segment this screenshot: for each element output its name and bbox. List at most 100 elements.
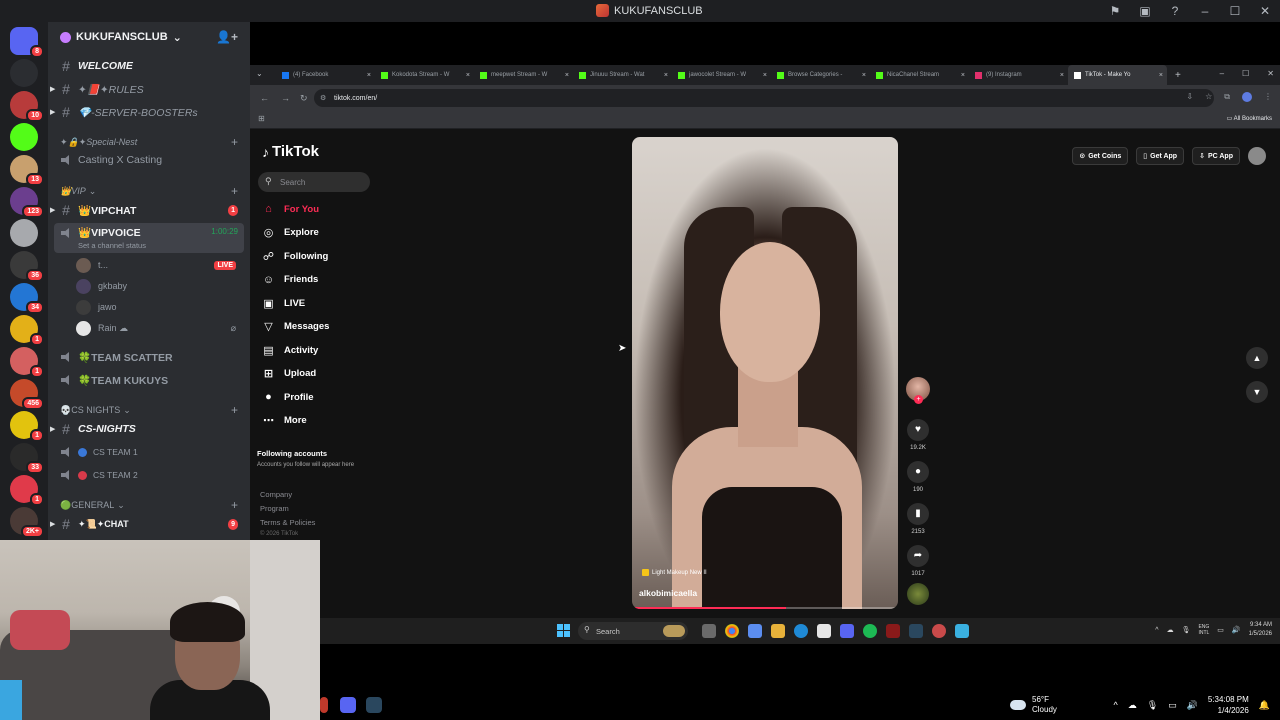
server-icon[interactable]: 2K+ <box>10 507 44 538</box>
channel-server-boosters[interactable]: ▶ # 💎-SERVER-BOOSTERs <box>48 102 250 122</box>
previous-video-button[interactable]: ▲ <box>1246 347 1268 369</box>
server-icon[interactable]: 123 <box>10 187 44 218</box>
kick-icon[interactable] <box>10 123 38 151</box>
nav-messages[interactable]: ▽ Messages <box>262 317 329 337</box>
user-avatar[interactable] <box>1248 147 1266 165</box>
menu-icon[interactable]: ⋮ <box>1264 92 1272 102</box>
effect-tag[interactable]: Light Makeup New II <box>642 569 707 576</box>
language-indicator[interactable]: ENG INTL <box>1198 624 1209 636</box>
minimize-button[interactable]: – <box>1190 4 1220 18</box>
like-action[interactable]: ♥ 19.2K <box>904 419 932 451</box>
category-special-nest[interactable]: ✦🔒✦Special-Nest + <box>48 134 250 150</box>
channel-vipvoice[interactable]: 👑VIPVOICE 1:00:29 Set a channel status <box>54 223 244 253</box>
nav-more[interactable]: ⋯ More <box>262 411 307 431</box>
pc-app-button[interactable]: ⇩ PC App <box>1192 147 1240 165</box>
channel-status[interactable]: Set a channel status <box>78 241 146 250</box>
steam-icon[interactable] <box>366 697 382 713</box>
tab-search-icon[interactable]: ⌄ <box>256 69 263 78</box>
server-icon[interactable] <box>10 219 38 247</box>
footer-program-link[interactable]: Program <box>260 504 289 513</box>
taskbar-clock[interactable]: 5:34:08 PM 1/4/2026 <box>1208 694 1249 716</box>
channel-cs-nights[interactable]: ▶ # CS-NIGHTS <box>48 419 250 439</box>
spotify-icon[interactable] <box>863 624 877 638</box>
nav-explore[interactable]: ◎ Explore <box>262 223 319 243</box>
notification-icon[interactable]: 🔔 <box>1259 700 1270 711</box>
server-icon[interactable]: 1 <box>10 475 44 506</box>
onedrive-icon[interactable]: ☁ <box>1167 626 1174 634</box>
browser-tab[interactable]: (4) Facebook × <box>276 65 375 85</box>
minimize-button[interactable]: – <box>1220 69 1224 78</box>
channel-team-scatter[interactable]: 🍀TEAM SCATTER <box>48 347 250 367</box>
comment-action[interactable]: ● 190 <box>904 461 932 493</box>
voice-user[interactable]: jawo <box>76 297 246 317</box>
close-tab-icon[interactable]: × <box>961 72 965 79</box>
forward-icon[interactable]: → <box>281 93 290 103</box>
category-vip[interactable]: 👑VIP ⌄ + <box>48 183 250 199</box>
channel-cs-team-2[interactable]: CS TEAM 2 <box>48 465 250 485</box>
nav-profile[interactable]: ● Profile <box>262 387 313 407</box>
file-explorer-icon[interactable] <box>771 624 785 638</box>
new-tab-button[interactable]: + <box>1175 70 1181 81</box>
browser-tab[interactable]: Kokodota Stream - W × <box>375 65 474 85</box>
network-icon[interactable]: ▭ <box>1217 626 1224 634</box>
browser-tab[interactable]: meepwet Stream - W × <box>474 65 573 85</box>
channel-chat[interactable]: ▶ # ✦📜✦CHAT 9 <box>48 514 250 534</box>
follow-plus-icon[interactable]: + <box>914 395 923 404</box>
browser-tab[interactable]: TikTok - Make Yo × <box>1068 65 1167 85</box>
invite-icon[interactable]: 👤+ <box>216 30 238 44</box>
browser-tab[interactable]: Jinuuu Stream - Wat × <box>573 65 672 85</box>
mic-icon[interactable]: 🎙 <box>1182 626 1191 634</box>
flag-icon[interactable]: ⚑ <box>1100 4 1130 18</box>
creator-avatar[interactable]: + <box>906 377 930 404</box>
close-tab-icon[interactable]: × <box>664 72 668 79</box>
taskbar-search[interactable]: ⚲ Search <box>578 622 688 640</box>
server-icon[interactable]: 456 <box>10 379 44 410</box>
save-action[interactable]: ▮ 2153 <box>904 503 932 535</box>
windows-start-icon[interactable] <box>557 624 570 637</box>
help-icon[interactable]: ? <box>1160 4 1190 18</box>
server-icon[interactable]: 1 <box>10 315 44 346</box>
address-bar[interactable]: ⚙ tiktok.com/en/ <box>314 89 1214 107</box>
chevron-up-icon[interactable]: ^ <box>1155 627 1158 634</box>
share-action[interactable]: ➦ 1017 <box>904 545 932 577</box>
channel-rules[interactable]: ▶ # ✦📕✦RULES <box>48 79 250 99</box>
bookmark-star-icon[interactable]: ☆ <box>1205 92 1212 102</box>
voice-user[interactable]: gkbaby <box>76 276 246 296</box>
nav-live[interactable]: ▣ LIVE <box>262 293 305 313</box>
category-general[interactable]: 🟢GENERAL ⌄ + <box>48 497 250 513</box>
back-icon[interactable]: ← <box>260 93 269 103</box>
add-channel-icon[interactable]: + <box>231 498 238 512</box>
server-icon[interactable]: 33 <box>10 443 44 474</box>
server-header[interactable]: KUKUFANSCLUB ⌄ 👤+ <box>48 22 250 52</box>
add-channel-icon[interactable]: + <box>231 135 238 149</box>
maximize-button[interactable]: ☐ <box>1242 69 1249 78</box>
obs-icon[interactable] <box>932 624 946 638</box>
channel-cs-team-1[interactable]: CS TEAM 1 <box>48 442 250 462</box>
discord-icon[interactable] <box>340 697 356 713</box>
steam-icon[interactable] <box>909 624 923 638</box>
copilot-icon[interactable] <box>748 624 762 638</box>
nav-following[interactable]: ☍ Following <box>262 246 328 266</box>
chevron-up-icon[interactable]: ^ <box>1113 700 1117 710</box>
nav-for-you[interactable]: ⌂ For You <box>262 199 319 219</box>
share-icon[interactable]: ➦ <box>907 545 929 567</box>
footer-terms-link[interactable]: Terms & Policies <box>260 518 315 527</box>
add-channel-icon[interactable]: + <box>231 403 238 417</box>
get-app-button[interactable]: ▯ Get App <box>1136 147 1185 165</box>
mic-icon[interactable]: 🎙 <box>1147 700 1158 711</box>
server-icon[interactable]: 34 <box>10 283 44 314</box>
onedrive-icon[interactable]: ☁ <box>1128 700 1137 711</box>
info-icon[interactable] <box>10 59 38 87</box>
chrome-icon[interactable] <box>725 624 739 638</box>
channel-vipchat[interactable]: ▶ # 👑VIPCHAT 1 <box>48 200 250 220</box>
server-icon[interactable]: 13 <box>10 155 44 186</box>
volume-icon[interactable]: 🔊 <box>1187 700 1198 711</box>
get-coins-button[interactable]: ⊙ Get Coins <box>1072 147 1129 165</box>
channel-casting[interactable]: Casting X Casting <box>48 150 250 170</box>
weather-widget[interactable]: 56°F Cloudy <box>1010 695 1057 715</box>
voice-user[interactable]: Rain ☁ ⌀ <box>76 318 246 338</box>
close-tab-icon[interactable]: × <box>565 72 569 79</box>
category-cs-nights[interactable]: 💀CS NIGHTS ⌄ + <box>48 402 250 418</box>
install-icon[interactable]: ⇩ <box>1186 92 1193 102</box>
server-icon[interactable]: 1 <box>10 411 44 442</box>
